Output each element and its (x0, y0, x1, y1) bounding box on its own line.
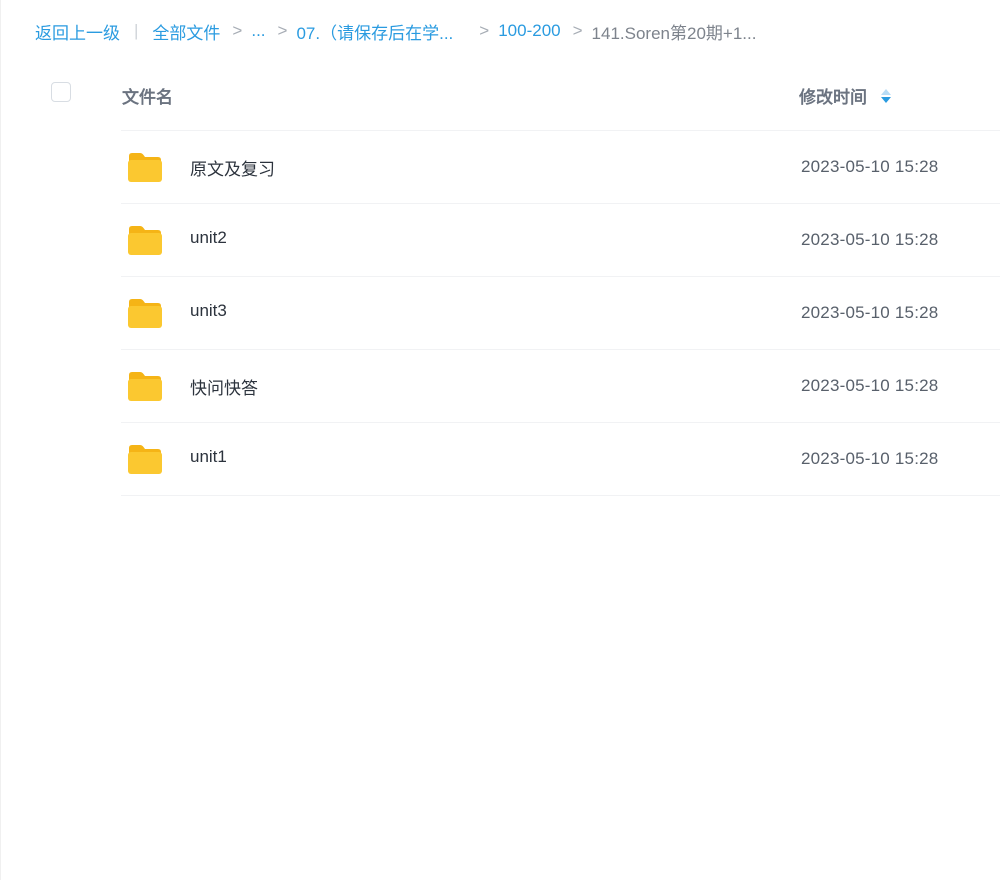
folder-icon (128, 299, 162, 328)
modified-time: 2023-05-10 15:28 (801, 157, 939, 176)
column-header-name[interactable]: 文件名 (122, 83, 173, 108)
column-header-modified[interactable]: 修改时间 (799, 83, 891, 108)
breadcrumb-folder-07[interactable]: 07.（请保存后在学... (296, 19, 453, 44)
table-row[interactable]: unit2 2023-05-10 15:28 (121, 204, 1000, 277)
file-name[interactable]: 快问快答 (190, 374, 258, 399)
table-row[interactable]: 原文及复习 2023-05-10 15:28 (121, 131, 1000, 204)
breadcrumb-all-files[interactable]: 全部文件 (152, 19, 220, 44)
table-row[interactable]: unit3 2023-05-10 15:28 (121, 277, 1000, 350)
file-name[interactable]: unit3 (190, 301, 227, 321)
table-row[interactable]: 快问快答 2023-05-10 15:28 (121, 350, 1000, 423)
table-row[interactable]: unit1 2023-05-10 15:28 (121, 423, 1000, 496)
folder-icon (128, 153, 162, 182)
breadcrumb-current: 141.Soren第20期+1... (591, 23, 757, 43)
breadcrumb-separator: > (572, 21, 583, 40)
back-link[interactable]: 返回上一级 (35, 19, 120, 44)
modified-time: 2023-05-10 15:28 (801, 230, 939, 249)
breadcrumb-separator: > (479, 21, 490, 40)
breadcrumb-ellipsis[interactable]: ... (251, 21, 265, 41)
breadcrumb-divider: | (134, 21, 139, 40)
select-all-checkbox[interactable] (51, 82, 71, 102)
modified-time: 2023-05-10 15:28 (801, 303, 939, 322)
folder-icon (128, 372, 162, 401)
file-name[interactable]: unit2 (190, 228, 227, 248)
file-name[interactable]: unit1 (190, 447, 227, 467)
modified-time: 2023-05-10 15:28 (801, 376, 939, 395)
file-list: 原文及复习 2023-05-10 15:28 unit2 2023-05-10 … (121, 130, 1000, 496)
folder-icon (128, 226, 162, 255)
sort-icon[interactable] (881, 88, 891, 104)
file-name[interactable]: 原文及复习 (190, 155, 275, 180)
breadcrumb: 返回上一级 | 全部文件 > ... > 07.（请保存后在学... > 100… (35, 19, 756, 43)
modified-time: 2023-05-10 15:28 (801, 449, 939, 468)
folder-icon (128, 445, 162, 474)
breadcrumb-separator: > (232, 21, 243, 40)
breadcrumb-folder-100-200[interactable]: 100-200 (498, 21, 560, 41)
column-header-modified-label: 修改时间 (799, 88, 867, 107)
table-header: 文件名 修改时间 (1, 70, 1000, 120)
file-browser: 返回上一级 | 全部文件 > ... > 07.（请保存后在学... > 100… (0, 0, 1000, 880)
breadcrumb-separator: > (277, 21, 288, 40)
